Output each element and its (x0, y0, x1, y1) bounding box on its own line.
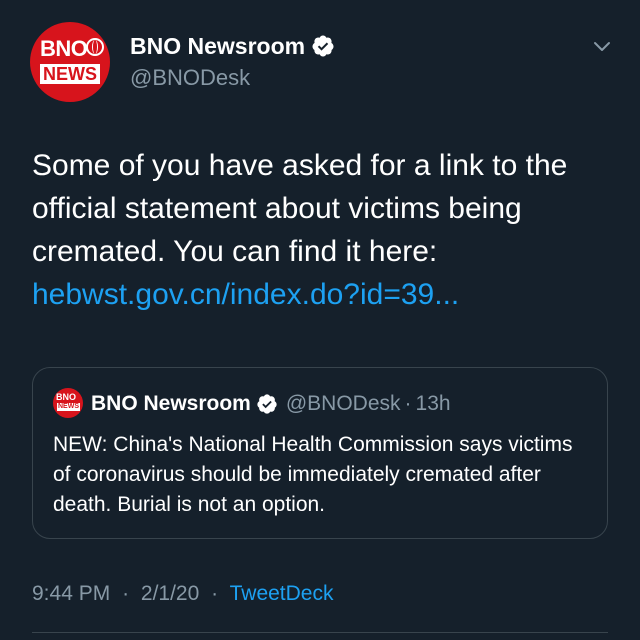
quoted-author-name: BNO Newsroom (91, 392, 251, 415)
author-avatar[interactable]: BNO NEWS (30, 22, 110, 102)
meta-separator: · (122, 582, 130, 605)
avatar-logo-bno: BNO (40, 36, 88, 61)
tweet-meta: 9:44 PM · 2/1/20 · TweetDeck (32, 580, 333, 608)
tweet-time[interactable]: 9:44 PM (32, 582, 110, 605)
divider (32, 632, 608, 633)
tweet-detail: BNO NEWS BNO Newsroom @BNODesk Some of y… (0, 0, 640, 640)
quoted-separator: · (404, 392, 412, 415)
avatar-logo-news: NEWS (40, 64, 100, 84)
quoted-author-handle: @BNODesk (285, 392, 401, 415)
verified-badge-icon (312, 35, 334, 57)
author-handle[interactable]: @BNODesk (130, 64, 250, 92)
tweet-link[interactable]: hebwst.gov.cn/index.do?id=39... (32, 273, 622, 316)
tweet-date[interactable]: 2/1/20 (141, 582, 199, 605)
meta-separator: · (211, 582, 219, 605)
author-name-text: BNO Newsroom (130, 33, 306, 59)
tweet-text: Some of you have asked for a link to the… (32, 144, 622, 316)
quoted-avatar-logo-news: NEWS (57, 403, 80, 411)
quoted-tweet-card[interactable]: BNO NEWS BNO Newsroom @BNODesk · 13h NEW… (32, 367, 608, 539)
chevron-down-icon[interactable] (592, 36, 612, 56)
quoted-tweet-header: BNO Newsroom @BNODesk · 13h (91, 390, 451, 418)
quoted-tweet-text: NEW: China's National Health Commission … (53, 433, 573, 516)
author-display-name[interactable]: BNO Newsroom (130, 32, 335, 60)
globe-icon (86, 38, 104, 56)
tweet-text-body: Some of you have asked for a link to the… (32, 149, 568, 268)
quoted-timestamp: 13h (415, 392, 451, 415)
tweet-source[interactable]: TweetDeck (230, 582, 334, 605)
verified-badge-icon (257, 394, 277, 414)
quoted-avatar-logo-bno: BNO (56, 392, 76, 402)
quoted-author-avatar: BNO NEWS (53, 388, 83, 418)
